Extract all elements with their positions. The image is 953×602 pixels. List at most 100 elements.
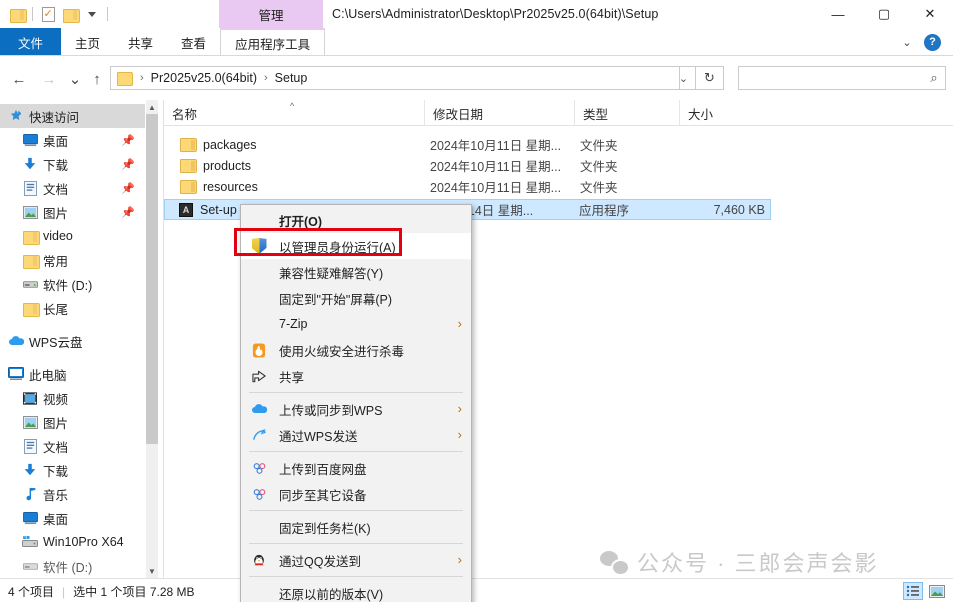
menu-item-compatibility-troubleshoot[interactable]: 兼容性疑难解答(Y) [241,259,471,285]
maximize-button[interactable]: ▢ [861,0,907,28]
tab-file[interactable]: 文件 [0,28,62,56]
watermark-text: 公众号 · 三郎会声会影 [637,551,879,576]
sidebar-item-downloads[interactable]: 下载 📌 [0,152,145,176]
wps-cloud-icon [8,333,24,349]
menu-item-upload-baidu-netdisk[interactable]: 上传到百度网盘 [241,455,471,481]
sidebar-label-this-pc: 此电脑 [29,368,67,383]
menu-separator [249,392,463,393]
menu-item-pin-to-taskbar[interactable]: 固定到任务栏(K) [241,514,471,540]
sidebar-item-quick-access[interactable]: 快速访问 [0,104,145,128]
sidebar-item-downloads-pc[interactable]: 下载 [0,458,145,482]
table-row[interactable]: packages 2024年10月11日 星期... 文件夹 [164,134,953,155]
chevron-down-icon[interactable]: ⌄ [898,36,916,49]
menu-item-pin-to-start[interactable]: 固定到"开始"屏幕(P) [241,285,471,311]
tab-home[interactable]: 主页 [61,28,114,56]
details-view-icon[interactable] [903,582,923,600]
drive-icon [22,276,38,292]
ribbon-tabs: 文件 主页 共享 查看 应用程序工具 [0,28,326,56]
pin-icon[interactable]: 📌 [121,134,135,147]
sidebar-item-pictures-pc[interactable]: 图片 [0,410,145,434]
wps-cloud-icon [251,401,267,417]
pin-icon[interactable]: 📌 [121,206,135,219]
navigation-pane-scrollbar[interactable]: ▲ ▼ [146,100,158,578]
folder-icon [180,138,197,152]
table-row[interactable]: resources 2024年10月11日 星期... 文件夹 [164,176,953,197]
menu-separator [249,451,463,452]
chevron-right-icon: › [457,552,462,567]
sidebar-label-documents: 文档 [43,182,69,197]
tab-application-tools[interactable]: 应用程序工具 [220,28,326,56]
pin-icon[interactable]: 📌 [121,182,135,195]
breadcrumb-item-0[interactable]: Pr2025v25.0(64bit) [151,71,257,85]
sidebar-item-pictures[interactable]: 图片 📌 [0,200,145,224]
menu-item-send-via-wps[interactable]: 通过WPS发送 › [241,422,471,448]
breadcrumb-separator-1[interactable]: › [264,72,268,84]
breadcrumb[interactable]: › Pr2025v25.0(64bit) › Setup [110,66,680,90]
new-folder-icon[interactable] [59,0,81,28]
breadcrumb-item-1[interactable]: Setup [275,71,308,85]
row-icon-cell: resources [180,176,258,197]
refresh-icon[interactable]: ↻ [696,66,724,90]
breadcrumb-dropdown-icon[interactable]: ⌄ [672,66,696,90]
search-input[interactable] [739,67,923,89]
menu-item-7zip[interactable]: 7-Zip › [241,311,471,337]
column-header-size[interactable]: 大小 [679,100,774,126]
forward-button[interactable]: → [38,68,60,90]
file-explorer-window: 管理 C:\Users\Administrator\Desktop\Pr2025… [0,0,953,602]
column-header-date[interactable]: 修改日期 [424,100,574,126]
sidebar-item-videos[interactable]: 视频 [0,386,145,410]
menu-item-open[interactable]: 打开(O) [241,207,471,233]
column-label-name: 名称 [172,107,198,122]
column-header-type[interactable]: 类型 [574,100,679,126]
folder-icon [180,159,197,173]
sidebar-item-desktop[interactable]: 桌面 📌 [0,128,145,152]
up-button[interactable]: ↑ [86,68,108,90]
menu-item-restore-previous-versions[interactable]: 还原以前的版本(V) [241,580,471,602]
sidebar-item-win10pro[interactable]: Win10Pro X64 [0,530,145,554]
search-icon[interactable]: ⌕ [923,70,945,86]
close-button[interactable]: ✕ [907,0,953,28]
menu-item-run-as-administrator[interactable]: 以管理员身份运行(A) [241,233,471,259]
breadcrumb-separator-0[interactable]: › [140,72,144,84]
sidebar-item-drive-d-pc[interactable]: 软件 (D:) [0,554,145,578]
sidebar-item-wps-cloud[interactable]: WPS云盘 [0,329,145,353]
scrollbar-thumb[interactable] [146,114,158,444]
sidebar-item-changwei[interactable]: 长尾 [0,296,145,320]
menu-item-upload-sync-wps[interactable]: 上传或同步到WPS › [241,396,471,422]
sidebar-item-desktop-pc[interactable]: 桌面 [0,506,145,530]
sidebar-item-documents-pc[interactable]: 文档 [0,434,145,458]
status-separator: | [62,584,66,599]
tab-view[interactable]: 查看 [167,28,220,56]
row-size [679,134,774,155]
help-icon[interactable]: ? [924,33,941,51]
back-button[interactable]: ← [8,68,30,90]
sidebar-item-music[interactable]: 音乐 [0,482,145,506]
menu-item-huorong-scan[interactable]: 使用火绒安全进行杀毒 [241,337,471,363]
ribbon-tab-bar: 文件 主页 共享 查看 应用程序工具 ⌄ ? [0,28,953,56]
scroll-up-icon[interactable]: ▲ [146,100,158,114]
pin-icon[interactable]: 📌 [121,158,135,171]
tab-share[interactable]: 共享 [114,28,167,56]
sidebar-item-documents[interactable]: 文档 📌 [0,176,145,200]
menu-item-share[interactable]: 共享 [241,363,471,389]
search-box[interactable]: ⌕ [738,66,946,90]
menu-item-sync-other-devices[interactable]: 同步至其它设备 [241,481,471,507]
minimize-button[interactable]: — [815,0,861,28]
thumbnails-view-icon[interactable] [927,582,947,600]
folder-icon[interactable] [6,0,28,28]
column-header-name[interactable]: ^ 名称 [164,100,424,126]
customize-dropdown-icon[interactable] [81,0,103,28]
sidebar-label-drive-d-pc: 软件 (D:) [43,560,93,575]
properties-icon[interactable] [37,0,59,28]
menu-item-send-via-qq[interactable]: 通过QQ发送到 › [241,547,471,573]
column-label-type: 类型 [583,107,609,122]
sidebar-item-this-pc[interactable]: 此电脑 [0,362,145,386]
recent-locations-button[interactable]: ⌄ [64,68,86,90]
scroll-down-icon[interactable]: ▼ [146,564,158,578]
context-menu: 打开(O) 以管理员身份运行(A) 兼容性疑难解答(Y) 固定到"开始"屏幕(P… [240,204,472,602]
contextual-tab-group-label: 管理 [219,0,323,28]
sidebar-item-changyong[interactable]: 常用 [0,248,145,272]
table-row[interactable]: products 2024年10月11日 星期... 文件夹 [164,155,953,176]
sidebar-item-video[interactable]: video [0,224,145,248]
sidebar-item-drive-d[interactable]: 软件 (D:) [0,272,145,296]
